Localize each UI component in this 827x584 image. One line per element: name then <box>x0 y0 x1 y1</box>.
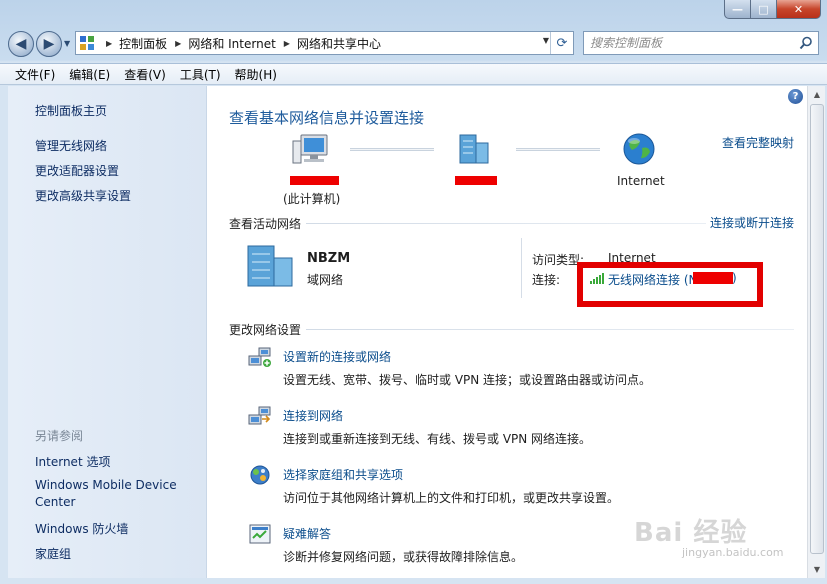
recent-pages-dropdown-icon[interactable]: ▼ <box>64 39 70 48</box>
task-homegroup-desc: 访问位于其他网络计算机上的文件和打印机，或更改共享设置。 <box>283 491 620 505</box>
control-panel-icon <box>80 35 98 51</box>
breadcrumb: ▶ 控制面板 ▶ 网络和 Internet ▶ 网络和共享中心 <box>98 35 381 52</box>
sidebar-item-adapter-settings[interactable]: 更改适配器设置 <box>35 162 119 179</box>
sidebar-item-control-panel-home[interactable]: 控制面板主页 <box>35 102 107 119</box>
back-arrow-icon[interactable]: ◀ <box>8 31 34 57</box>
breadcrumb-separator-icon[interactable]: ▶ <box>106 39 112 48</box>
task-homegroup-link[interactable]: 选择家庭组和共享选项 <box>283 466 403 483</box>
connect-network-icon <box>248 406 271 425</box>
domain-network-icon[interactable] <box>456 133 492 165</box>
menu-tools[interactable]: 工具(T) <box>173 66 228 83</box>
breadcrumb-network-sharing-center[interactable]: 网络和共享中心 <box>297 35 381 52</box>
internet-globe-icon[interactable] <box>622 132 656 166</box>
breadcrumb-network-internet[interactable]: 网络和 Internet <box>188 35 275 52</box>
network-type[interactable]: 域网络 <box>307 271 343 288</box>
connection-line <box>350 148 434 151</box>
divider <box>306 329 794 330</box>
scroll-down-icon[interactable]: ▼ <box>808 561 826 578</box>
scroll-up-icon[interactable]: ▲ <box>808 86 826 103</box>
sidebar: 控制面板主页 管理无线网络 更改适配器设置 更改高级共享设置 另请参阅 Inte… <box>8 86 207 578</box>
highlight-box <box>577 262 763 307</box>
close-button[interactable]: ✕ <box>777 0 821 19</box>
sidebar-item-advanced-sharing[interactable]: 更改高级共享设置 <box>35 187 131 204</box>
task-connect-network-link[interactable]: 连接到网络 <box>283 407 343 424</box>
connect-disconnect-link[interactable]: 连接或断开连接 <box>710 214 794 231</box>
menu-file[interactable]: 文件(F) <box>8 66 62 83</box>
connection-line <box>516 148 600 151</box>
task-troubleshoot-link[interactable]: 疑难解答 <box>283 525 331 542</box>
sidebar-item-windows-firewall[interactable]: Windows 防火墙 <box>35 520 128 537</box>
refresh-icon[interactable]: ⟳ <box>550 32 573 54</box>
task-connect-network-desc: 连接到或重新连接到无线、有线、拨号或 VPN 网络连接。 <box>283 432 592 446</box>
internet-label: Internet <box>617 174 665 188</box>
baidu-watermark: Bai 经验 <box>634 518 748 548</box>
this-computer-label: (此计算机) <box>283 192 341 206</box>
minimize-button[interactable]: — <box>724 0 751 19</box>
divider <box>521 238 522 298</box>
breadcrumb-separator-icon[interactable]: ▶ <box>284 39 290 48</box>
search-icon[interactable] <box>799 36 813 50</box>
breadcrumb-separator-icon[interactable]: ▶ <box>175 39 181 48</box>
help-icon[interactable]: ? <box>788 89 803 104</box>
redaction-bar <box>455 176 497 185</box>
navigation-bar: ◀ ▶ ▼ ▶ 控制面板 ▶ 网络和 Internet ▶ 网络和共享中心 ▼ … <box>0 26 827 62</box>
sidebar-item-internet-options[interactable]: Internet 选项 <box>35 453 110 470</box>
homegroup-icon <box>250 465 270 485</box>
redaction-bar <box>290 176 339 185</box>
baidu-watermark-url: jingyan.baidu.com <box>682 546 784 559</box>
sidebar-item-windows-mobile-device[interactable]: Windows Mobile Device <box>35 478 177 492</box>
network-name: NBZM <box>307 251 351 266</box>
sidebar-item-windows-mobile-device-center[interactable]: Center <box>35 495 75 509</box>
view-full-map-link[interactable]: 查看完整映射 <box>722 134 794 151</box>
caption-buttons: — □ ✕ <box>724 0 821 19</box>
active-networks-heading: 查看活动网络 <box>229 217 302 231</box>
explorer-window: — □ ✕ ◀ ▶ ▼ ▶ 控制面板 ▶ 网络和 Internet ▶ 网络和共… <box>0 0 827 584</box>
task-troubleshoot-desc: 诊断并修复网络问题，或获得故障排除信息。 <box>283 550 524 564</box>
menu-view[interactable]: 查看(V) <box>117 66 173 83</box>
maximize-button[interactable]: □ <box>751 0 777 19</box>
task-setup-connection-desc: 设置无线、宽带、拨号、临时或 VPN 连接；或设置路由器或访问点。 <box>283 373 652 387</box>
search-box[interactable] <box>583 31 819 55</box>
troubleshoot-icon <box>249 524 271 544</box>
forward-arrow-icon[interactable]: ▶ <box>36 31 62 57</box>
divider <box>306 223 706 224</box>
computer-icon[interactable] <box>291 133 331 167</box>
search-input[interactable] <box>590 36 790 50</box>
menu-bar: 文件(F) 编辑(E) 查看(V) 工具(T) 帮助(H) <box>0 63 827 85</box>
vertical-scrollbar[interactable]: ▲ ▼ <box>807 86 825 578</box>
menu-help[interactable]: 帮助(H) <box>228 66 284 83</box>
task-setup-connection-link[interactable]: 设置新的连接或网络 <box>283 348 391 365</box>
sidebar-item-homegroup[interactable]: 家庭组 <box>35 545 71 562</box>
sidebar-item-manage-wireless[interactable]: 管理无线网络 <box>35 137 107 154</box>
address-dropdown-icon[interactable]: ▼ <box>543 36 549 45</box>
address-bar[interactable]: ▶ 控制面板 ▶ 网络和 Internet ▶ 网络和共享中心 ▼ ⟳ <box>75 31 574 55</box>
menu-edit[interactable]: 编辑(E) <box>62 66 117 83</box>
domain-network-icon <box>247 245 293 287</box>
breadcrumb-control-panel[interactable]: 控制面板 <box>119 35 167 52</box>
new-connection-icon <box>248 347 271 367</box>
page-title: 查看基本网络信息并设置连接 <box>229 109 425 127</box>
change-settings-heading: 更改网络设置 <box>229 323 302 337</box>
see-also-heading: 另请参阅 <box>35 429 84 443</box>
scroll-thumb[interactable] <box>810 104 824 554</box>
connection-label: 连接: <box>532 273 561 287</box>
